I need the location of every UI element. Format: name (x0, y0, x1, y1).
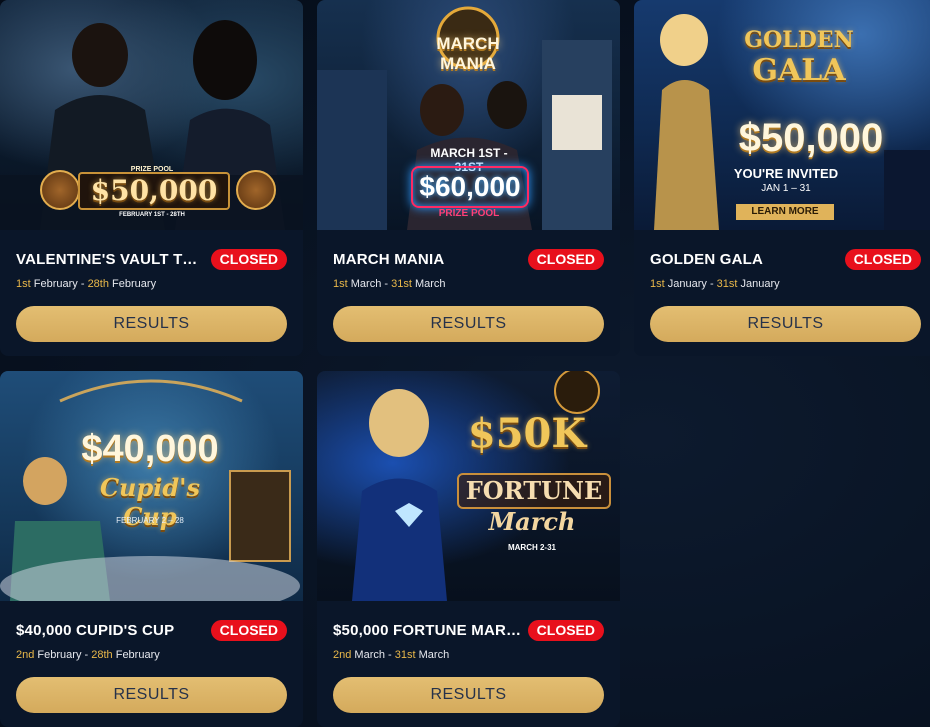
banner-amount: $40,000 (81, 428, 219, 470)
tournament-card[interactable]: PRIZE POOL $50,000 FEBRUARY 1ST - 28TH V… (0, 0, 303, 356)
banner-dates: JAN 1 – 31 (761, 183, 811, 194)
end-month: February (115, 649, 160, 661)
banner-name-line1: FORTUNE (457, 473, 611, 509)
tournament-banner[interactable]: $40,000 Cupid's Cup FEBRUARY 2 – 28 (0, 371, 303, 601)
banner-logo-line2: GALA (752, 53, 846, 88)
end-day: 28th (91, 649, 113, 661)
start-day: 2nd (333, 649, 352, 661)
start-month: March (350, 278, 382, 290)
coin-left-icon (40, 170, 80, 210)
tournament-card[interactable]: GOLDEN GALA $50,000 YOU'RE INVITED JAN 1… (634, 0, 930, 356)
banner-amount: $50,000 (738, 116, 884, 160)
status-badge: CLOSED (210, 248, 287, 270)
results-button[interactable]: RESULTS (650, 306, 921, 342)
banner-amount: $50,000 (78, 172, 230, 210)
banner-logo: MARCH MANIA (436, 34, 500, 73)
tournament-card[interactable]: MARCH MANIA MARCH 1ST - 31ST $60,000 PRI… (317, 0, 620, 356)
status-badge: CLOSED (210, 619, 287, 641)
results-button[interactable]: RESULTS (16, 306, 287, 342)
tournament-dates: 2nd February - 28th February (16, 649, 160, 661)
tournament-title: VALENTINE'S VAULT TOU... (16, 250, 206, 268)
banner-amount: $60,000 (411, 166, 529, 208)
tournament-card[interactable]: $50K FORTUNE March MARCH 2-31 $50,000 FO… (317, 371, 620, 727)
end-month: March (414, 278, 446, 290)
tournament-info: $40,000 CUPID'S CUP CLOSED 2nd February … (16, 615, 287, 665)
tournament-title: $40,000 CUPID'S CUP (16, 621, 175, 639)
status-badge: CLOSED (527, 248, 604, 270)
start-day: 2nd (16, 649, 35, 661)
end-month: January (740, 278, 780, 290)
banner-logo-line1: GOLDEN (744, 27, 854, 53)
tournament-dates: 1st January - 31st January (650, 278, 780, 290)
banner-dates: MARCH 2-31 (507, 543, 556, 552)
banner-dates: FEBRUARY 2 – 28 (116, 516, 184, 525)
tournament-info: $50,000 FORTUNE MARCH CLOSED 2nd March -… (333, 615, 604, 665)
tournament-banner[interactable]: MARCH MANIA MARCH 1ST - 31ST $60,000 PRI… (317, 0, 620, 230)
start-day: 1st (16, 278, 31, 290)
banner-dates: FEBRUARY 1ST - 28TH (119, 212, 185, 218)
banner-amount: $50K (467, 410, 587, 457)
start-month: January (667, 278, 707, 290)
tournament-info: VALENTINE'S VAULT TOU... CLOSED 1st Febr… (16, 244, 287, 294)
tournament-info: GOLDEN GALA CLOSED 1st January - 31st Ja… (650, 244, 921, 294)
coin-right-icon (236, 170, 276, 210)
start-day: 1st (333, 278, 348, 290)
start-month: February (33, 278, 78, 290)
end-month: February (112, 278, 157, 290)
tournament-banner[interactable]: $50K FORTUNE March MARCH 2-31 (317, 371, 620, 601)
end-day: 31st (391, 278, 412, 290)
tournament-dates: 1st March - 31st March (333, 278, 446, 290)
tournament-info: MARCH MANIA CLOSED 1st March - 31st Marc… (333, 244, 604, 294)
end-day: 28th (87, 278, 109, 290)
tournament-card[interactable]: $40,000 Cupid's Cup FEBRUARY 2 – 28 $40,… (0, 371, 303, 727)
banner-prize-label: PRIZE POOL (438, 208, 500, 219)
end-month: March (418, 649, 450, 661)
tournament-dates: 2nd March - 31st March (333, 649, 450, 661)
tournament-title: GOLDEN GALA (650, 250, 764, 268)
banner-invite: YOU'RE INVITED (733, 166, 839, 181)
tournament-dates: 1st February - 28th February (16, 278, 157, 290)
results-button[interactable]: RESULTS (16, 677, 287, 713)
end-day: 31st (716, 278, 738, 290)
results-button[interactable]: RESULTS (333, 306, 604, 342)
status-badge: CLOSED (844, 248, 921, 270)
end-day: 31st (394, 649, 416, 661)
learn-more-button[interactable]: LEARN MORE (736, 204, 834, 220)
tournament-banner[interactable]: PRIZE POOL $50,000 FEBRUARY 1ST - 28TH (0, 0, 303, 230)
results-button[interactable]: RESULTS (333, 677, 604, 713)
status-badge: CLOSED (527, 619, 604, 641)
start-month: February (37, 649, 82, 661)
banner-name-line2: March (488, 507, 576, 536)
tournament-title: $50,000 FORTUNE MARCH (333, 621, 523, 639)
tournament-banner[interactable]: GOLDEN GALA $50,000 YOU'RE INVITED JAN 1… (634, 0, 930, 230)
start-month: March (354, 649, 385, 661)
tournament-grid: PRIZE POOL $50,000 FEBRUARY 1ST - 28TH V… (0, 0, 930, 727)
start-day: 1st (650, 278, 665, 290)
tournament-title: MARCH MANIA (333, 250, 445, 268)
